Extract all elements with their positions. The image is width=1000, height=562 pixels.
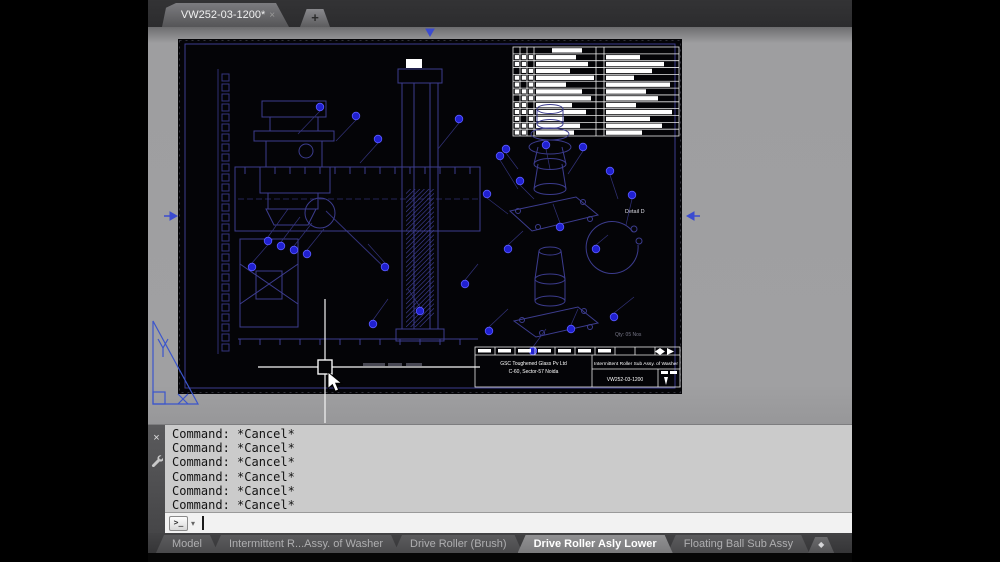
- command-window-main: Command: *Cancel* Command: *Cancel* Comm…: [165, 425, 852, 533]
- chevron-down-icon[interactable]: ▾: [191, 519, 195, 528]
- close-icon[interactable]: ×: [153, 433, 159, 444]
- faint-filename-text: [363, 363, 422, 366]
- command-line: Command: *Cancel*: [172, 441, 295, 456]
- command-line: Command: *Cancel*: [172, 469, 295, 484]
- file-tab-label: VW252-03-1200*: [180, 9, 266, 21]
- layout-tab-bar: Model Intermittent R...Assy. of Washer D…: [148, 533, 852, 553]
- file-tab-close-icon[interactable]: ×: [269, 10, 275, 21]
- command-window: × Command: *Cancel* Command: *Cancel* Co…: [148, 424, 852, 533]
- command-window-grab-bar[interactable]: ×: [148, 425, 165, 533]
- tab-intermittent-roller[interactable]: Intermittent R...Assy. of Washer: [213, 535, 399, 553]
- drawing-number: VW252-03-1200: [607, 377, 644, 383]
- command-line: Command: *Cancel*: [172, 498, 295, 513]
- command-line: Command: *Cancel*: [172, 455, 295, 470]
- tab-drive-roller-brush[interactable]: Drive Roller (Brush): [394, 535, 523, 553]
- drawing-canvas-svg: Detail D Qty: 05 Nos GSC Toughened Glass…: [152, 28, 700, 423]
- tab-model[interactable]: Model: [156, 535, 218, 553]
- command-input-row[interactable]: >_ ▾: [165, 512, 852, 533]
- cad-application-window: VW252-03-1200* × + Detail D Qty: 05 Nos …: [148, 0, 852, 562]
- tab-floating-ball-sub-assy[interactable]: Floating Ball Sub Assy: [668, 535, 809, 553]
- wrench-icon[interactable]: [150, 454, 164, 472]
- new-tab-button[interactable]: +: [300, 9, 330, 27]
- bottom-strip: [148, 553, 852, 562]
- qty-note: Qty: 05 Nos: [615, 332, 642, 338]
- screen: VW252-03-1200* × + Detail D Qty: 05 Nos …: [0, 0, 1000, 562]
- command-prompt-icon[interactable]: >_: [169, 515, 188, 531]
- file-tab-active[interactable]: VW252-03-1200* ×: [162, 3, 294, 27]
- tab-overflow-icon[interactable]: ◆: [808, 537, 834, 553]
- command-line: Command: *Cancel*: [172, 483, 295, 498]
- company-address: C-60, Sector-57 Noida: [509, 369, 559, 375]
- drawing-title: Intermittent Roller Sub Assy. of Washer: [594, 361, 679, 366]
- tab-drive-roller-asly-lower[interactable]: Drive Roller Asly Lower: [518, 535, 673, 553]
- company-name: GSC Toughened Glass Pv Ltd: [500, 361, 567, 367]
- detail-d-label: Detail D: [625, 209, 645, 215]
- text-cursor: [202, 516, 205, 531]
- file-tab-bar: VW252-03-1200* × +: [148, 0, 852, 27]
- command-line: Command: *Cancel*: [172, 427, 295, 441]
- command-history[interactable]: Command: *Cancel* Command: *Cancel* Comm…: [165, 425, 852, 513]
- drawing-viewport[interactable]: Detail D Qty: 05 Nos GSC Toughened Glass…: [148, 27, 852, 424]
